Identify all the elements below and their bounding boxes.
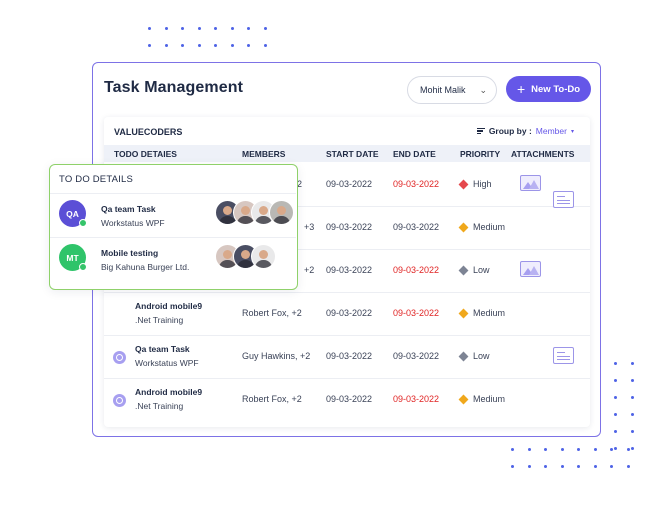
chevron-down-icon: ⌄ — [479, 84, 488, 95]
todo-subtitle: .Net Training — [135, 401, 184, 411]
priority-label: Low — [473, 351, 490, 361]
end-date-cell: 09-03-2022 — [393, 351, 440, 361]
todo-title: Android mobile9 — [135, 301, 203, 311]
priority-label: Medium — [473, 222, 506, 232]
online-status-icon — [79, 263, 87, 271]
col-priority: PRIORITY — [460, 149, 501, 159]
image-attachment-icon[interactable] — [520, 261, 541, 277]
members-cell: Guy Hawkins, +2 — [242, 351, 311, 361]
end-date-cell: 09-03-2022 — [393, 308, 440, 318]
popup-item[interactable]: MT Mobile testing Big Kahuna Burger Ltd. — [50, 237, 296, 280]
start-date-cell: 09-03-2022 — [326, 179, 373, 189]
new-todo-button[interactable]: + New To-Do — [506, 76, 591, 102]
start-date-cell: 09-03-2022 — [326, 222, 373, 232]
member-select[interactable]: Mohit Malik ⌄ — [407, 76, 497, 104]
member-avatar — [269, 200, 294, 225]
todo-subtitle: Workstatus WPF — [135, 358, 199, 368]
table-row[interactable]: Qa team Task Workstatus WPF Guy Hawkins,… — [104, 336, 590, 379]
members-cell: Robert Fox, +2 — [242, 308, 302, 318]
member-avatar — [251, 244, 276, 269]
member-avatars[interactable] — [215, 244, 276, 269]
priority-cell: Low — [458, 351, 490, 361]
member-select-value: Mohit Malik — [420, 85, 466, 95]
priority-cell: Medium — [458, 394, 506, 404]
popup-item[interactable]: QA Qa team Task Workstatus WPF — [50, 193, 296, 236]
popup-item-subtitle: Workstatus WPF — [101, 218, 165, 228]
table-header: TODO DETAIES MEMBERS START DATE END DATE… — [104, 145, 590, 162]
end-date-cell: 09-03-2022 — [393, 179, 440, 189]
avatar-initials: QA — [66, 208, 79, 219]
priority-label: Medium — [473, 308, 506, 318]
decorative-dots-right — [614, 362, 634, 450]
task-status-icon[interactable] — [113, 394, 126, 407]
priority-cell: High — [458, 179, 492, 189]
col-start-date: START DATE — [326, 149, 379, 159]
image-attachment-icon[interactable] — [520, 175, 541, 191]
start-date-cell: 09-03-2022 — [326, 265, 373, 275]
decorative-dots-bottom — [511, 448, 630, 468]
members-cell: +3 — [304, 222, 315, 232]
popup-item-subtitle: Big Kahuna Burger Ltd. — [101, 262, 190, 272]
popup-item-title: Qa team Task — [101, 204, 156, 214]
priority-medium-icon — [458, 394, 469, 404]
priority-cell: Medium — [458, 308, 506, 318]
priority-low-icon — [458, 265, 469, 275]
table-row[interactable]: Android mobile9 .Net Training Robert Fox… — [104, 379, 590, 422]
group-by-control[interactable]: Group by : Member ▾ — [476, 126, 574, 136]
priority-high-icon — [458, 179, 469, 189]
priority-label: Low — [473, 265, 490, 275]
priority-label: High — [473, 179, 492, 189]
end-date-cell: 09-03-2022 — [393, 222, 440, 232]
todo-details-popup: TO DO DETAILS QA Qa team Task Workstatus… — [49, 164, 298, 290]
online-status-icon — [79, 219, 87, 227]
members-cell: +2 — [304, 265, 315, 275]
todo-title: Android mobile9 — [135, 387, 203, 397]
start-date-cell: 09-03-2022 — [326, 308, 373, 318]
end-date-cell: 09-03-2022 — [393, 394, 440, 404]
group-by-value[interactable]: Member — [536, 126, 567, 136]
group-by-label: Group by : — [488, 126, 532, 136]
decorative-dots-top — [148, 27, 267, 47]
document-attachment-icon[interactable] — [553, 191, 574, 208]
new-todo-label: New To-Do — [531, 83, 581, 95]
start-date-cell: 09-03-2022 — [326, 394, 373, 404]
popup-item-title: Mobile testing — [101, 248, 159, 258]
col-attachments: ATTACHMENTS — [511, 149, 575, 159]
task-status-icon[interactable] — [113, 351, 126, 364]
priority-medium-icon — [458, 222, 469, 232]
member-avatars[interactable] — [215, 200, 294, 225]
page-title: Task Management — [104, 79, 244, 96]
caret-down-icon: ▾ — [570, 128, 574, 135]
avatar: MT — [59, 244, 87, 271]
col-end-date: END DATE — [393, 149, 436, 159]
col-members: MEMBERS — [242, 149, 286, 159]
todo-title: Qa team Task — [135, 344, 190, 354]
members-cell: Robert Fox, +2 — [242, 394, 302, 404]
popup-title: TO DO DETAILS — [59, 174, 134, 185]
table-row[interactable]: Android mobile9 .Net Training Robert Fox… — [104, 293, 590, 336]
avatar: QA — [59, 200, 87, 227]
priority-cell: Medium — [458, 222, 506, 232]
plus-icon: + — [516, 81, 526, 97]
priority-medium-icon — [458, 308, 469, 318]
todo-subtitle: .Net Training — [135, 315, 184, 325]
priority-label: Medium — [473, 394, 506, 404]
filter-icon — [476, 127, 485, 136]
company-name: VALUECODERS — [114, 127, 183, 137]
priority-low-icon — [458, 351, 469, 361]
col-todo-details: TODO DETAIES — [114, 149, 177, 159]
end-date-cell: 09-03-2022 — [393, 265, 440, 275]
avatar-initials: MT — [66, 252, 79, 263]
document-attachment-icon[interactable] — [553, 347, 574, 364]
start-date-cell: 09-03-2022 — [326, 351, 373, 361]
priority-cell: Low — [458, 265, 490, 275]
